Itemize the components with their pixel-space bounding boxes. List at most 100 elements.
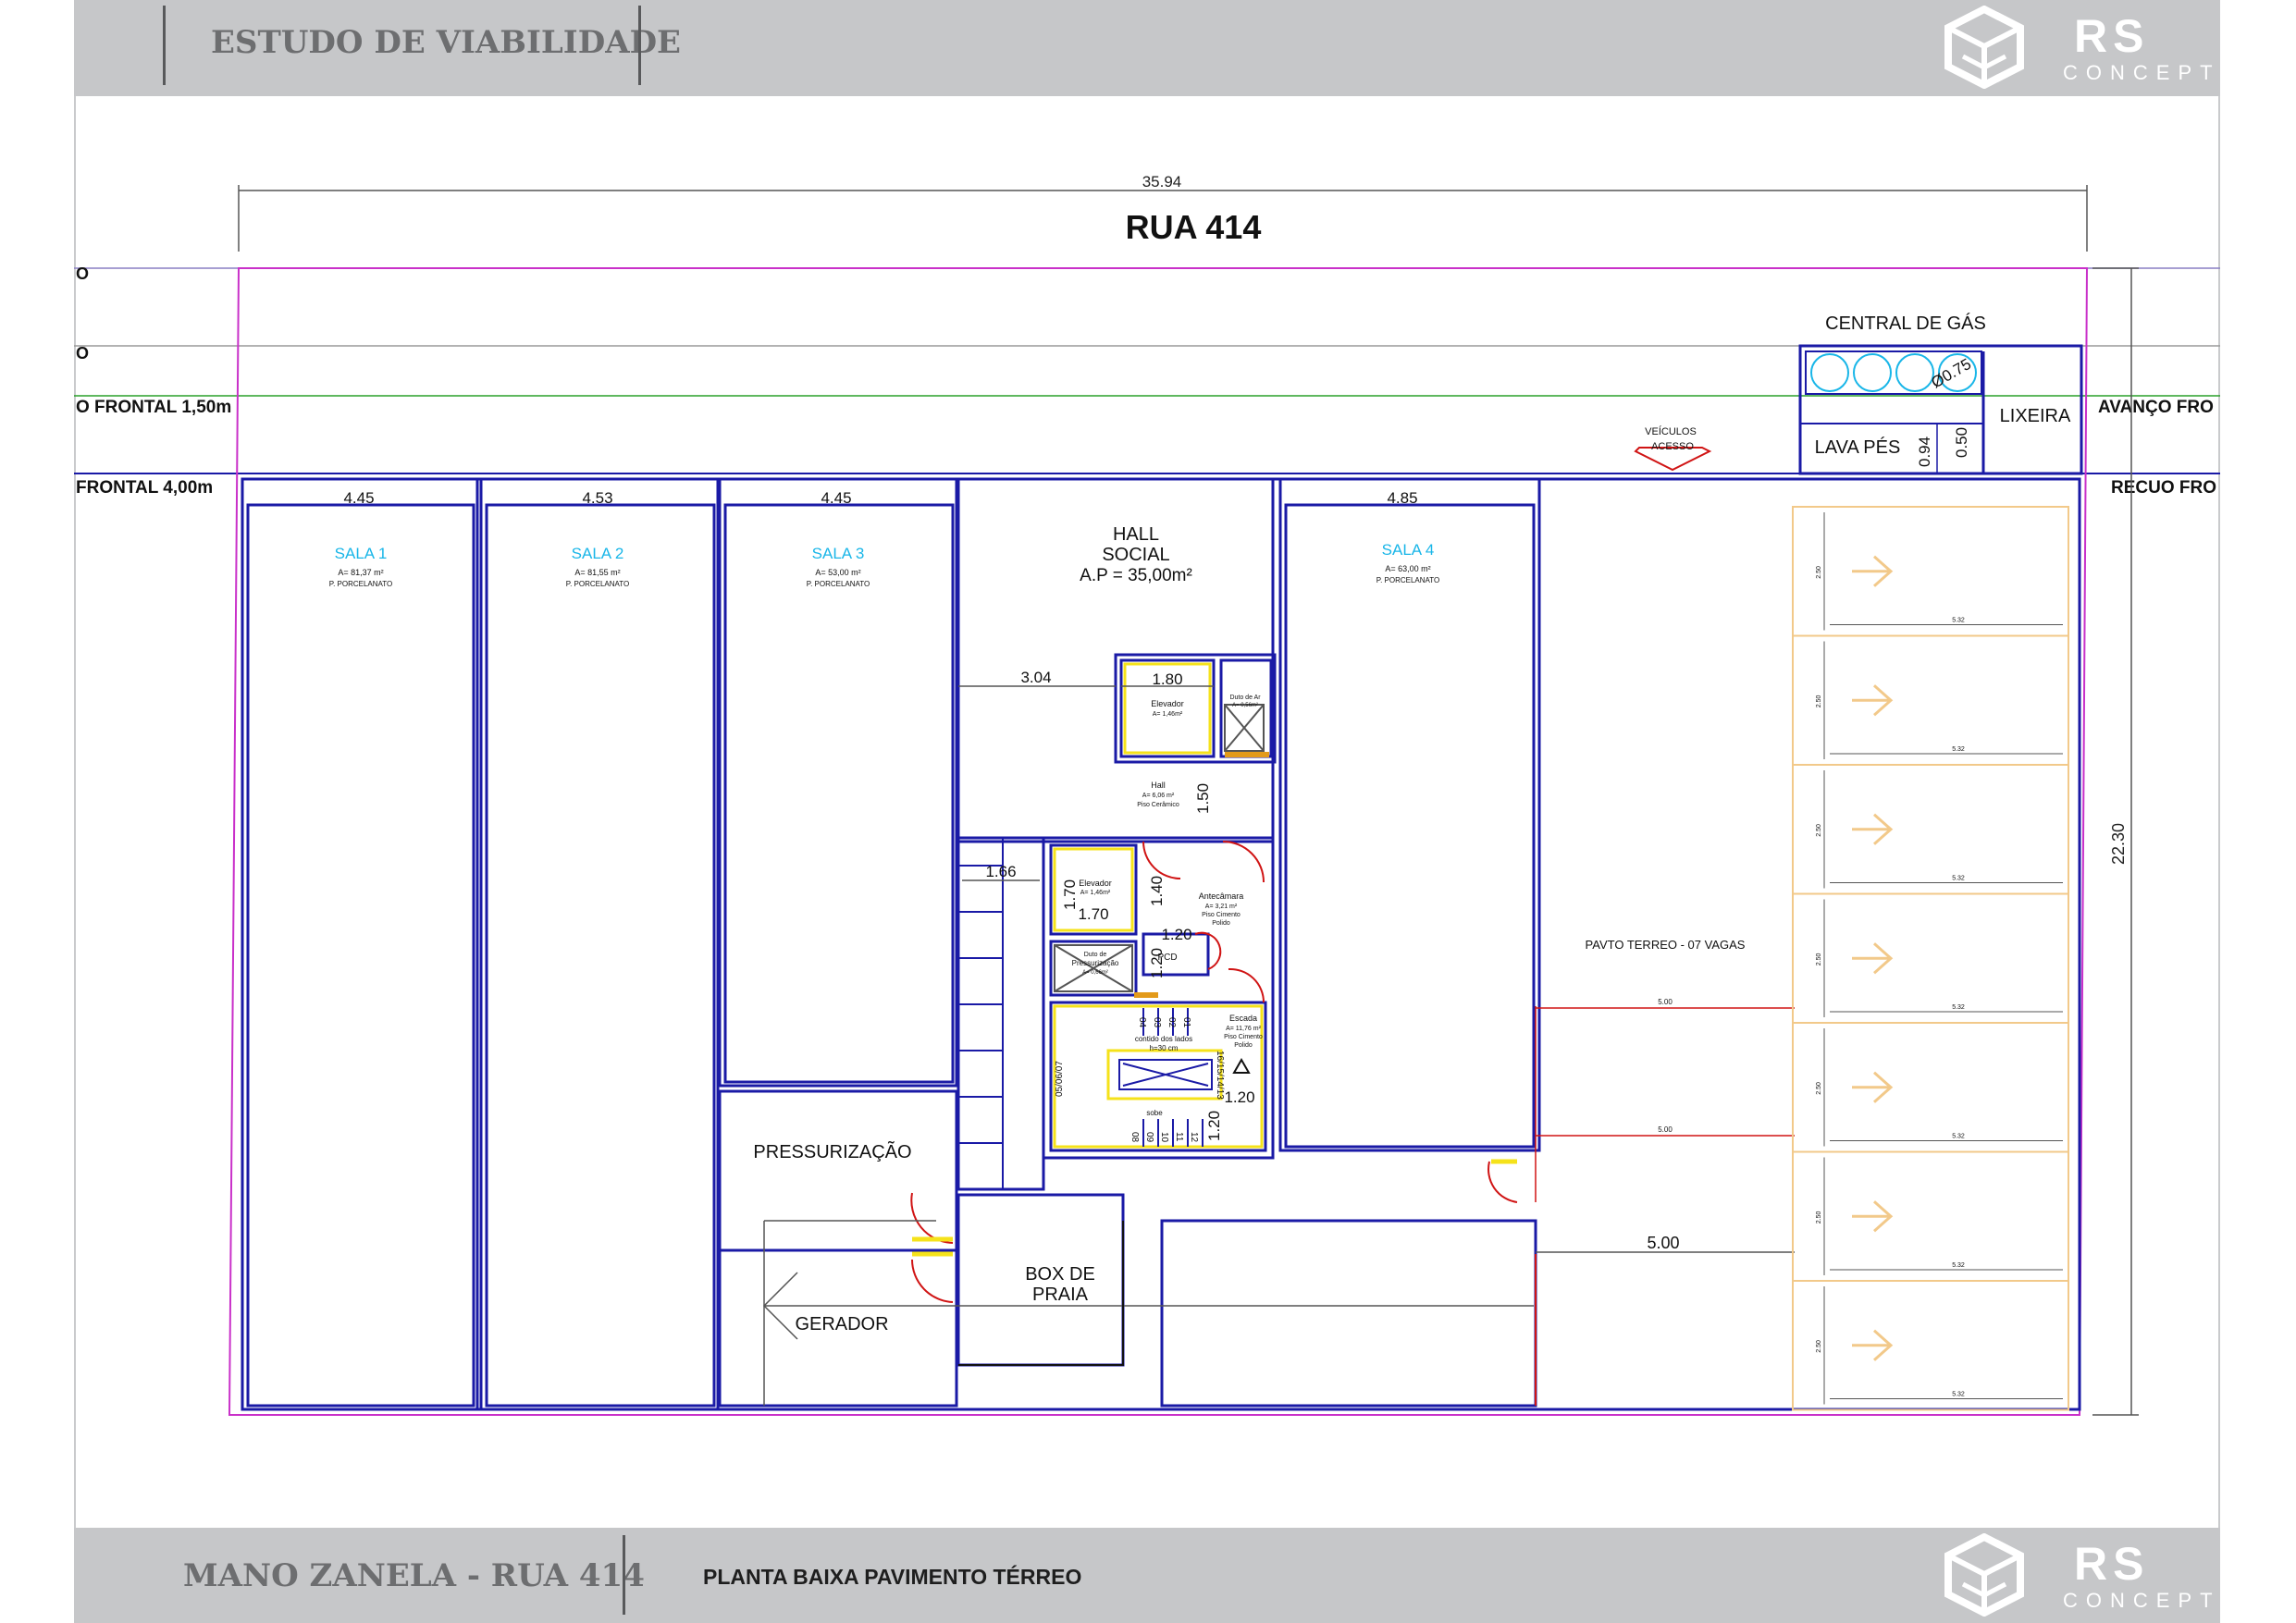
- room-area: A= 53,00 m²: [815, 568, 860, 577]
- lava-pes-dim: 0.94: [1916, 436, 1933, 467]
- press-duct-label: Pressurização: [1072, 959, 1119, 967]
- dimension-label: 1.20: [1205, 1111, 1223, 1141]
- room-floor: P. PORCELANATO: [566, 580, 629, 588]
- street-name: RUA 414: [1126, 208, 1262, 246]
- step-number: 11: [1174, 1132, 1184, 1142]
- vaga-length-label: 5.32: [1952, 618, 1965, 624]
- step-number: 02: [1167, 1017, 1177, 1028]
- hall-floor: Piso Cerâmico: [1137, 802, 1179, 808]
- avanco-frontal-label: O FRONTAL 1,50m: [76, 398, 231, 417]
- direction-arrow-icon: [1852, 555, 1894, 587]
- vaga-length-label: 5.32: [1952, 1392, 1965, 1398]
- lava-pes-label: LAVA PÉS: [1815, 436, 1901, 458]
- central-gas-label: CENTRAL DE GÁS: [1825, 313, 1986, 334]
- vaga-width-label: 2.50: [1816, 953, 1822, 966]
- vaga-length-label: 5.32: [1952, 876, 1965, 882]
- vaga-width-label: 2.50: [1816, 1082, 1822, 1095]
- veiculos-label: VEÍCULOS: [1645, 425, 1697, 437]
- direction-arrow-icon: [1852, 1329, 1894, 1361]
- escada-area: A= 11,76 m²: [1226, 1026, 1261, 1032]
- stair-note: h=30 cm: [1150, 1044, 1179, 1052]
- parking-space: 2.50 5.32: [1792, 1280, 2069, 1411]
- room-name: SALA 4: [1382, 541, 1435, 559]
- hall-social-label: HALL: [1113, 524, 1159, 545]
- parking-space: 2.50 5.32: [1792, 892, 2069, 1024]
- room-width: 4.85: [1387, 489, 1417, 507]
- stair-note: contido dos lados: [1135, 1035, 1192, 1043]
- hall-area: A= 6,06 m²: [1142, 793, 1175, 799]
- vaga-width-label: 2.50: [1816, 1340, 1822, 1353]
- vaga-length-label: 5.32: [1952, 1004, 1965, 1011]
- lower-rooms: PRESSURIZAÇÃO GERADOR BOX DE PRAIA: [753, 1140, 1534, 1406]
- pressurizacao-label: PRESSURIZAÇÃO: [753, 1140, 911, 1162]
- step-number: 16/15/14/13: [1215, 1051, 1225, 1100]
- parking-space: 2.50 5.32: [1792, 634, 2069, 766]
- escada-floor: Piso Cimento: [1224, 1034, 1263, 1040]
- vaga-length-label: 5.32: [1952, 1262, 1965, 1269]
- vehicle-access-marker: VEÍCULOS ACESSO: [1634, 425, 1712, 472]
- room-floor: P. PORCELANATO: [1376, 576, 1439, 584]
- service-block: CENTRAL DE GÁS Ø0.75 LAVA PÉS 0.94 0.50 …: [1798, 313, 2083, 475]
- dimension-label: 1.66: [985, 863, 1016, 880]
- dimension-label: 5.00: [1658, 1125, 1673, 1134]
- dimension-label: 1.70: [1078, 905, 1108, 923]
- dimension-label: 5.00: [1647, 1234, 1679, 1252]
- dimension-label: 1.70: [1061, 879, 1079, 910]
- step-number: 04: [1137, 1017, 1147, 1028]
- box-praia-label: PRAIA: [1032, 1285, 1089, 1305]
- press-duct-label: Duto de: [1084, 952, 1107, 958]
- antecamara-area: A= 3,21 m²: [1205, 904, 1238, 910]
- step-number: 12: [1189, 1132, 1199, 1143]
- dimension-label: 1.20: [1161, 926, 1191, 943]
- dimension-label: 5.00: [1658, 998, 1673, 1006]
- gas-dimension: Ø0.75: [1929, 355, 1975, 392]
- parking-space: 2.50 5.32: [1792, 1150, 2069, 1282]
- lava-pes-dim: 0.50: [1953, 427, 1970, 458]
- room-name: SALA 1: [335, 545, 388, 562]
- parking-space: 2.50 5.32: [1792, 506, 2069, 637]
- sobe-label: sobe: [1146, 1109, 1163, 1117]
- setback-label: O: [76, 344, 89, 363]
- elevator-area: A= 1,46m²: [1153, 711, 1183, 718]
- step-number: 10: [1159, 1132, 1169, 1143]
- gerador-label: GERADOR: [795, 1314, 888, 1334]
- hall-social-area: A.P = 35,00m²: [1080, 566, 1192, 585]
- setback-label: O: [76, 264, 89, 283]
- direction-arrow-icon: [1852, 813, 1894, 845]
- vaga-length-label: 5.32: [1952, 746, 1965, 753]
- room-name: SALA 3: [812, 545, 865, 562]
- parking-space: 2.50 5.32: [1792, 764, 2069, 895]
- lixeira-label: LIXEIRA: [2000, 406, 2071, 426]
- direction-arrow-icon: [1852, 684, 1894, 717]
- avanco-frontal-label-right: AVANÇO FRO: [2098, 398, 2214, 417]
- dimension-label: 1.20: [1224, 1088, 1254, 1106]
- room-width: 4.53: [582, 489, 612, 507]
- pcd-label: PCD: [1157, 953, 1177, 963]
- step-number: 08: [1129, 1132, 1140, 1143]
- escada-floor: Polido: [1234, 1042, 1253, 1049]
- antecamara-floor: Polido: [1212, 920, 1230, 927]
- parking-spaces: 2.50 5.32 2.50 5.32 2.50 5.32 2.50 5.32 2.50 5.32…: [1792, 506, 2069, 1411]
- air-duct-area: A= 0,56m²: [1232, 703, 1258, 708]
- step-number: 05/06/07: [1055, 1061, 1065, 1097]
- dimension-label: 3.04: [1020, 669, 1051, 686]
- dimension-label: 1.80: [1152, 670, 1182, 688]
- elevator-label: Elevador: [1151, 699, 1184, 708]
- room-width: 4.45: [343, 489, 374, 507]
- room-area: A= 81,55 m²: [574, 568, 620, 577]
- garage: PAVTO TERREO - 07 VAGAS 5.00 5.00 5.00: [1536, 938, 1795, 1253]
- hall-label: Hall: [1151, 781, 1166, 790]
- parking-space: 2.50 5.32: [1792, 1022, 2069, 1153]
- recuo-frontal-label-right: RECUO FRO: [2111, 478, 2216, 498]
- vaga-width-label: 2.50: [1816, 824, 1822, 837]
- recuo-frontal-label: FRONTAL 4,00m: [76, 478, 213, 498]
- dimension-label: 1.50: [1194, 783, 1212, 814]
- room-floor: P. PORCELANATO: [807, 580, 870, 588]
- room-name: SALA 2: [572, 545, 624, 562]
- air-duct-label: Duto de Ar: [1229, 695, 1261, 701]
- step-number: 03: [1152, 1017, 1162, 1028]
- floor-plan: 35.94 RUA 414 O O O FRONTAL 1,50m FRONTA…: [74, 173, 2220, 1416]
- room-area: A= 81,37 m²: [338, 568, 383, 577]
- vaga-length-label: 5.32: [1952, 1134, 1965, 1140]
- overall-width-label: 35.94: [1142, 173, 1182, 191]
